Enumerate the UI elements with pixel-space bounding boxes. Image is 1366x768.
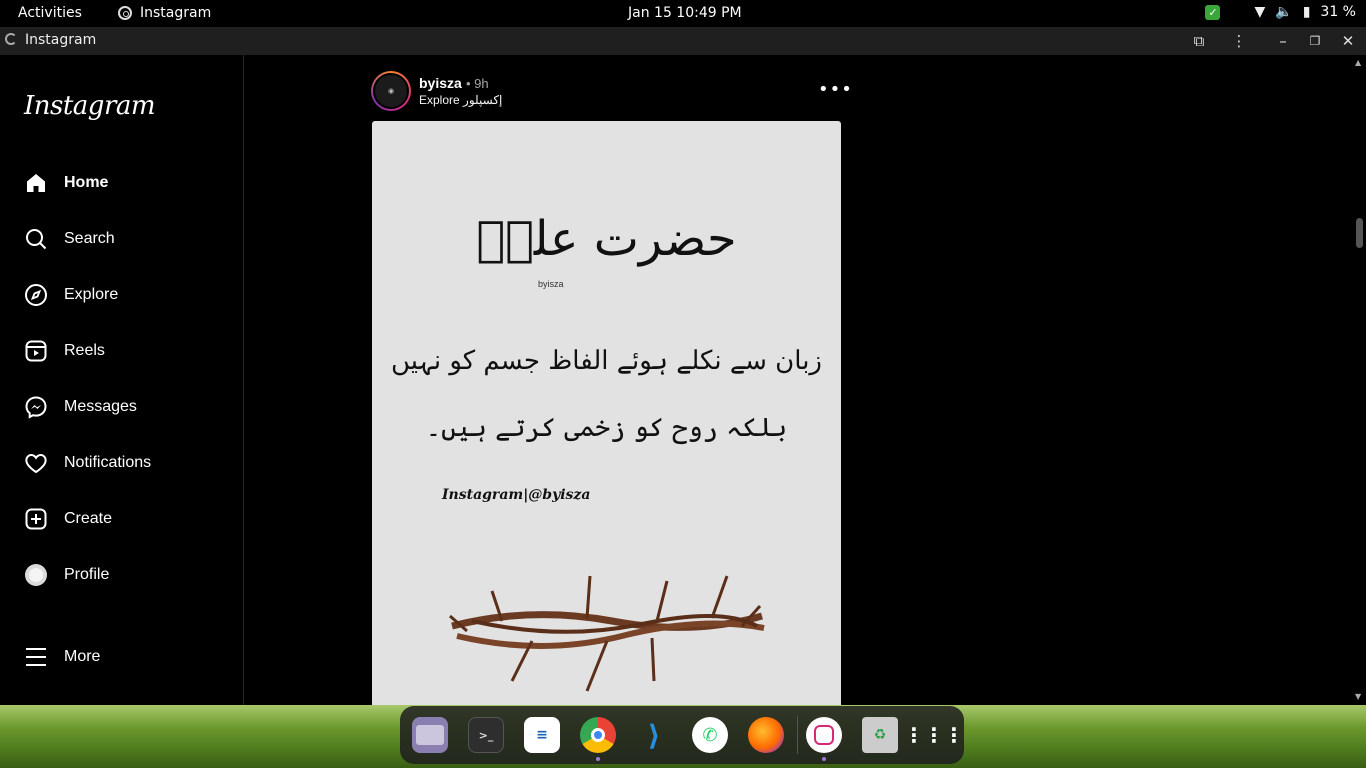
activities-button[interactable]: Activities bbox=[18, 5, 82, 21]
profile-avatar-icon bbox=[25, 564, 47, 586]
instagram-app-icon bbox=[118, 6, 132, 20]
post-image[interactable]: حضرت علیؓ byisza زبان سے نکلے ہوئے الفاظ… bbox=[372, 121, 841, 705]
terminal-app-icon[interactable]: >_ bbox=[468, 717, 504, 753]
nav-home-label: Home bbox=[64, 174, 109, 191]
nav-create-label: Create bbox=[64, 510, 113, 527]
system-top-bar: Activities Instagram Jan 15 10:49 PM ✓ ▼… bbox=[0, 0, 1366, 27]
image-title-calligraphy: حضرت علیؓ bbox=[476, 211, 737, 267]
heart-icon bbox=[25, 453, 47, 474]
vscode-app-icon[interactable]: ⟩ bbox=[636, 717, 672, 753]
scroll-up-arrow-icon[interactable]: ▲ bbox=[1355, 58, 1363, 67]
reels-icon bbox=[25, 340, 47, 362]
image-handle: Instagram|@byisza bbox=[442, 487, 591, 503]
window-title-bar[interactable]: Instagram ⧉ ⋮ – ❐ ✕ bbox=[0, 27, 1366, 55]
nav-create[interactable]: Create bbox=[24, 499, 234, 539]
post-time: • 9h bbox=[466, 76, 489, 91]
nav-profile-label: Profile bbox=[64, 566, 110, 583]
files-app-icon[interactable] bbox=[412, 717, 448, 753]
home-icon bbox=[27, 174, 45, 192]
battery-percent: 31 % bbox=[1320, 4, 1356, 20]
kebab-menu-icon[interactable]: ⋮ bbox=[1228, 30, 1250, 52]
dock: >_ ≡ ⟩ ✆ ♻ ⋮⋮⋮ bbox=[400, 706, 964, 764]
battery-icon: ▮ bbox=[1302, 4, 1311, 20]
post-username[interactable]: byisza bbox=[419, 75, 462, 91]
security-shield-icon[interactable]: ✓ bbox=[1205, 4, 1221, 20]
volume-icon: 🔈 bbox=[1275, 4, 1293, 20]
app-grid-icon[interactable]: ⋮⋮⋮ bbox=[904, 717, 964, 753]
post-subtitle[interactable]: Explore إکسپلور bbox=[419, 93, 502, 107]
chrome-app-icon[interactable] bbox=[580, 717, 616, 753]
instagram-dock-icon[interactable] bbox=[806, 717, 842, 753]
clock[interactable]: Jan 15 10:49 PM bbox=[628, 5, 742, 21]
nav-messages[interactable]: Messages bbox=[24, 387, 234, 427]
chrome-running-indicator bbox=[596, 757, 600, 761]
loading-spinner-icon bbox=[5, 33, 17, 45]
dock-separator bbox=[797, 716, 798, 754]
text-editor-app-icon[interactable]: ≡ bbox=[524, 717, 560, 753]
instagram-running-indicator bbox=[822, 757, 826, 761]
page-scrollbar[interactable]: ▲ ▼ bbox=[1352, 55, 1366, 705]
nav-messages-label: Messages bbox=[64, 398, 137, 415]
nav-home[interactable]: Home bbox=[24, 163, 234, 203]
compass-icon bbox=[25, 284, 47, 306]
nav-reels[interactable]: Reels bbox=[24, 331, 234, 371]
trash-app-icon[interactable]: ♻ bbox=[862, 717, 898, 753]
image-watermark: byisza bbox=[538, 279, 564, 289]
extension-icon[interactable]: ⧉ bbox=[1188, 30, 1210, 52]
nav-notifications-label: Notifications bbox=[64, 454, 152, 471]
nav-search-label: Search bbox=[64, 230, 115, 247]
feed: ◉ byisza • 9h Explore إکسپلور ••• حضرت ع… bbox=[245, 55, 1352, 705]
post-more-options-button[interactable]: ••• bbox=[818, 79, 853, 100]
image-quote-line-1: زبان سے نکلے ہوئے الفاظ جسم کو نہیں bbox=[390, 346, 822, 376]
avatar-image: ◉ bbox=[373, 73, 409, 109]
scrollbar-thumb[interactable] bbox=[1356, 218, 1363, 248]
whatsapp-app-icon[interactable]: ✆ bbox=[692, 717, 728, 753]
system-tray[interactable]: ✓ ▼ 🔈 ▮ 31 % bbox=[1205, 4, 1356, 20]
sidebar: Instagram Home Search Explore Reels Mess… bbox=[0, 55, 244, 705]
firefox-app-icon[interactable] bbox=[748, 717, 784, 753]
app-menu-label: Instagram bbox=[140, 5, 212, 21]
wifi-icon: ▼ bbox=[1254, 4, 1266, 20]
restore-button[interactable]: ❐ bbox=[1304, 30, 1326, 52]
post-header: ◉ byisza • 9h Explore إکسپلور ••• bbox=[371, 71, 852, 111]
nav-notifications[interactable]: Notifications bbox=[24, 443, 234, 483]
nav-explore-label: Explore bbox=[64, 286, 119, 303]
image-quote-line-2: بلکہ روح کو زخمی کرتے ہیں۔ bbox=[425, 413, 788, 443]
post-avatar[interactable]: ◉ bbox=[371, 71, 411, 111]
search-icon bbox=[26, 229, 47, 250]
close-button[interactable]: ✕ bbox=[1337, 30, 1359, 52]
instagram-logo[interactable]: Instagram bbox=[24, 91, 156, 121]
nav-explore[interactable]: Explore bbox=[24, 275, 234, 315]
hamburger-icon bbox=[26, 648, 46, 666]
crown-of-thorns-illustration bbox=[449, 575, 765, 692]
scroll-down-arrow-icon[interactable]: ▼ bbox=[1355, 692, 1363, 701]
minimize-button[interactable]: – bbox=[1272, 30, 1294, 52]
nav-more-label: More bbox=[64, 648, 101, 665]
window-title: Instagram bbox=[25, 32, 97, 48]
nav-profile[interactable]: Profile bbox=[24, 555, 234, 595]
plus-square-icon bbox=[25, 508, 47, 530]
nav-more[interactable]: More bbox=[24, 637, 234, 677]
messenger-icon bbox=[25, 396, 47, 419]
nav-search[interactable]: Search bbox=[24, 219, 234, 259]
nav-reels-label: Reels bbox=[64, 342, 105, 359]
app-menu[interactable]: Instagram bbox=[118, 5, 211, 21]
